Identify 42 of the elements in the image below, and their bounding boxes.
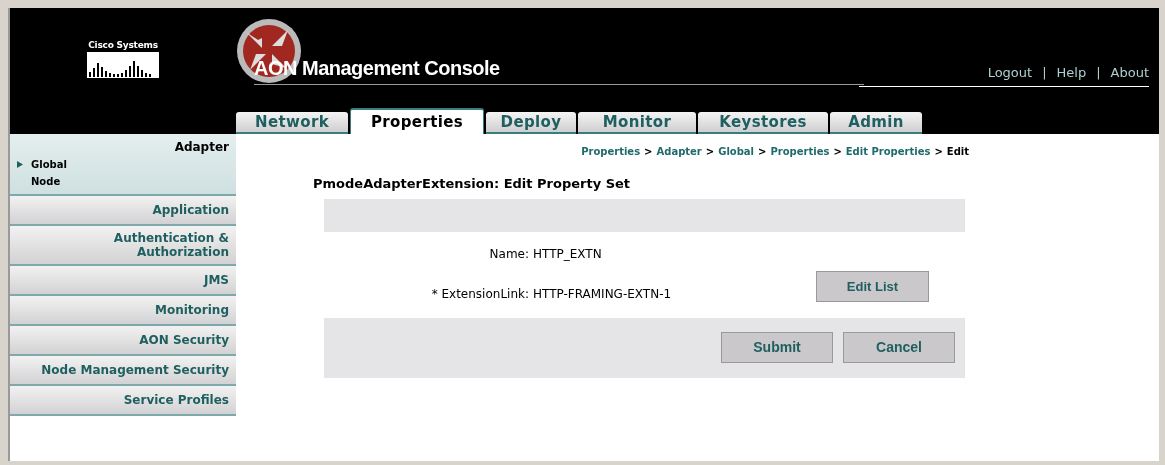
sidebar-item[interactable]: Monitoring: [10, 296, 236, 326]
field-label: * ExtensionLink:: [431, 286, 529, 303]
tab[interactable]: Network: [236, 112, 348, 134]
field-label: Name:: [489, 246, 529, 263]
header-link[interactable]: About: [1110, 63, 1149, 83]
tab[interactable]: Keystores: [698, 112, 828, 134]
sidebar-item[interactable]: AON Security: [10, 326, 236, 356]
sidebar-section[interactable]: Adapter: [174, 138, 229, 156]
form-button[interactable]: Submit: [721, 332, 833, 363]
sidebar-item[interactable]: Authentication & Authorization: [10, 226, 236, 266]
sidebar-item[interactable]: Service Profiles: [10, 386, 236, 416]
separator: |: [1042, 64, 1047, 82]
breadcrumb-separator: >: [934, 145, 943, 159]
tab[interactable]: Admin: [830, 112, 922, 134]
sidebar-subitem[interactable]: Global: [31, 157, 67, 172]
breadcrumb-separator: >: [644, 145, 653, 159]
sidebar-item[interactable]: Node Management Security: [10, 356, 236, 386]
bars-logo-icon: [87, 52, 159, 78]
breadcrumb-link[interactable]: Properties: [770, 144, 830, 159]
tab[interactable]: Deploy: [486, 112, 576, 134]
breadcrumb-current: Edit: [946, 145, 969, 159]
brand-name: Cisco Systems: [88, 41, 158, 50]
sidebar-item[interactable]: Application: [10, 196, 236, 226]
sidebar-subitem[interactable]: Node: [31, 174, 61, 189]
breadcrumb-separator: >: [758, 145, 767, 159]
breadcrumb-link[interactable]: Edit Properties: [845, 144, 931, 159]
edit-list-button[interactable]: Edit List: [816, 271, 929, 302]
field-value: HTTP_EXTN: [533, 246, 602, 263]
separator: |: [1096, 64, 1101, 82]
breadcrumb-link[interactable]: Global: [718, 144, 755, 159]
breadcrumb-separator: >: [705, 145, 715, 159]
sidebar-item[interactable]: JMS: [10, 266, 236, 296]
header-link[interactable]: Logout: [987, 63, 1033, 83]
tab[interactable]: Monitor: [578, 112, 696, 134]
form-button[interactable]: Cancel: [843, 332, 955, 363]
page-heading: PmodeAdapterExtension: Edit Property Set: [313, 175, 631, 193]
header-link[interactable]: Help: [1056, 63, 1087, 83]
tab[interactable]: Properties: [350, 108, 484, 134]
breadcrumb-link[interactable]: Adapter: [656, 144, 702, 159]
field-value: HTTP-FRAMING-EXTN-1: [533, 286, 672, 303]
breadcrumb-link[interactable]: Properties: [581, 144, 641, 159]
breadcrumb-separator: >: [833, 145, 842, 159]
